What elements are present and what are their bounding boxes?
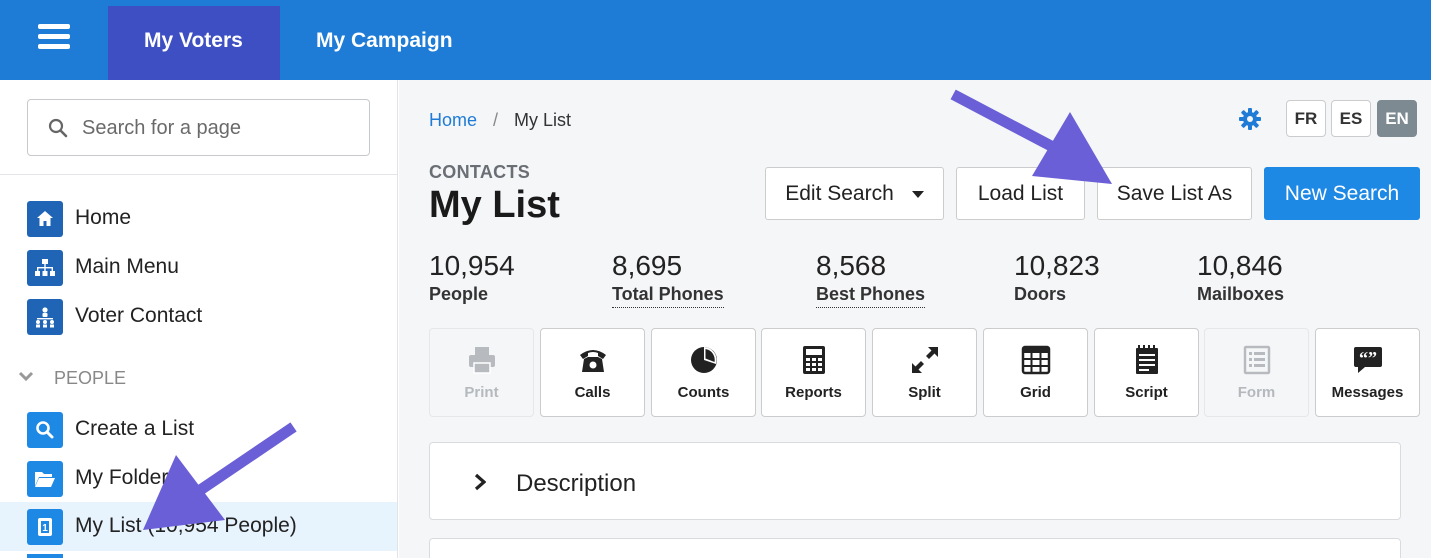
collapsed-panel-partial [429, 538, 1401, 558]
expand-arrows-icon [912, 347, 938, 373]
save-list-as-button[interactable]: Save List As [1097, 167, 1252, 220]
sidebar-item-my-folders[interactable]: My Folders [0, 454, 397, 503]
breadcrumb-home-link[interactable]: Home [429, 110, 477, 130]
tool-label: Messages [1331, 384, 1404, 401]
grid-icon [1021, 345, 1051, 375]
quote-bubble-icon: “” [1354, 347, 1382, 373]
svg-text:1: 1 [42, 523, 48, 534]
breadcrumb-current: My List [514, 110, 572, 130]
form-tool-button: Form [1204, 328, 1309, 417]
stat-value: 8,695 [612, 250, 683, 281]
stat-best-phones[interactable]: 8,568 Best Phones [816, 250, 926, 308]
page-search-input[interactable] [82, 112, 352, 144]
contact-book-icon: 1 [27, 509, 63, 545]
tool-label: Script [1125, 384, 1168, 401]
sidebar-item-label: My List (10,954 People) [75, 514, 297, 537]
sidebar-item-voter-contact[interactable]: Voter Contact [0, 292, 397, 341]
stat-label: People [429, 284, 489, 304]
reports-tool-button[interactable]: Reports [761, 328, 866, 417]
stat-value: 10,954 [429, 250, 515, 281]
script-tool-button[interactable]: Script [1094, 328, 1199, 417]
stat-value: 10,823 [1014, 250, 1100, 281]
panel-title: Description [516, 470, 637, 497]
search-icon [48, 118, 68, 138]
sidebar-item-main-menu[interactable]: Main Menu [0, 243, 397, 292]
language-en-button[interactable]: EN [1377, 100, 1417, 137]
section-title: PEOPLE [54, 368, 127, 388]
stat-label: Mailboxes [1197, 284, 1285, 304]
tool-label: Form [1237, 384, 1276, 401]
breadcrumb-separator: / [493, 110, 499, 130]
language-fr-button[interactable]: FR [1286, 100, 1326, 137]
sidebar-item-label: Main Menu [75, 255, 179, 278]
main-content: Home / My List FR ES EN CONTACTS My List E… [399, 80, 1431, 558]
load-list-button[interactable]: Load List [956, 167, 1085, 220]
top-navigation-bar: My Voters My Campaign [0, 0, 1431, 80]
messages-tool-button[interactable]: “” Messages [1315, 328, 1420, 417]
page-title: My List [429, 184, 560, 226]
stat-people: 10,954 People [429, 250, 515, 305]
new-search-button[interactable]: New Search [1264, 167, 1420, 220]
tool-label: Split [908, 384, 941, 401]
sidebar-item-my-list[interactable]: 1 My List (10,954 People) [0, 502, 397, 551]
edit-search-label: Edit Search [785, 182, 894, 205]
chevron-right-icon [474, 473, 486, 491]
tab-my-voters[interactable]: My Voters [108, 6, 280, 80]
sidebar-item-label: Create a List [75, 417, 195, 440]
tool-label: Reports [785, 384, 842, 401]
sidebar-item-home[interactable]: Home [0, 194, 397, 243]
breadcrumb: Home / My List [429, 110, 571, 131]
chevron-down-icon [18, 371, 34, 382]
stat-label: Best Phones [816, 284, 926, 308]
stat-mailboxes: 10,846 Mailboxes [1197, 250, 1284, 305]
tool-label: Print [464, 384, 499, 401]
people-hierarchy-icon [27, 299, 63, 335]
page-eyebrow: CONTACTS [429, 162, 531, 182]
stat-value: 8,568 [816, 250, 887, 281]
stat-value: 10,846 [1197, 250, 1283, 281]
split-tool-button[interactable]: Split [872, 328, 977, 417]
sidebar: Home Main Menu Voter Contact PEOPLE Crea… [0, 80, 398, 558]
gear-icon[interactable] [1238, 107, 1262, 131]
edit-search-dropdown-button[interactable]: Edit Search [765, 167, 944, 220]
sidebar-item-label: My Folders [75, 466, 179, 489]
calculator-icon [803, 346, 825, 374]
calls-tool-button[interactable]: Calls [540, 328, 645, 417]
stat-label: Total Phones [612, 284, 724, 308]
print-tool-button: Print [429, 328, 534, 417]
tool-label: Counts [677, 384, 730, 401]
telephone-icon [580, 350, 606, 372]
language-es-button[interactable]: ES [1331, 100, 1371, 137]
form-icon [1243, 345, 1271, 375]
script-notepad-icon [1136, 345, 1158, 374]
grid-tool-button[interactable]: Grid [983, 328, 1088, 417]
folder-open-icon [27, 461, 63, 497]
pie-chart-icon [691, 347, 717, 373]
stat-doors: 10,823 Doors [1014, 250, 1100, 305]
hamburger-menu-icon[interactable] [38, 24, 70, 50]
tab-my-campaign[interactable]: My Campaign [280, 6, 489, 80]
divider [0, 174, 397, 175]
search-icon [27, 412, 63, 448]
tool-label: Grid [1020, 384, 1051, 401]
svg-text:“”: “” [1359, 348, 1377, 368]
stat-label: Doors [1014, 284, 1067, 304]
sidebar-item-label: Voter Contact [75, 304, 203, 327]
tool-label: Calls [574, 384, 611, 401]
page-search-box [27, 99, 370, 156]
description-panel-toggle[interactable]: Description [429, 442, 1401, 520]
home-icon [27, 201, 63, 237]
sidebar-item-label: Home [75, 206, 132, 229]
printer-icon [469, 347, 495, 374]
sidebar-item-icon-partial [27, 554, 63, 558]
sitemap-icon [27, 250, 63, 286]
caret-down-icon [911, 190, 924, 198]
counts-tool-button[interactable]: Counts [651, 328, 756, 417]
stat-total-phones[interactable]: 8,695 Total Phones [612, 250, 724, 308]
sidebar-item-create-a-list[interactable]: Create a List [0, 405, 397, 454]
